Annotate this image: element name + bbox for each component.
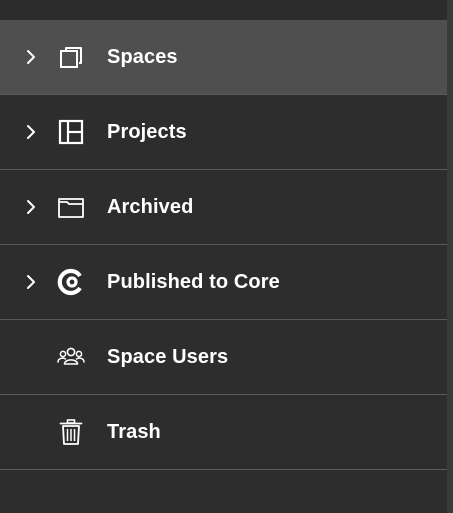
sidebar-panel: Spaces Projects Archived Published to Co… (0, 0, 453, 513)
sidebar-item-label: Published to Core (107, 270, 280, 293)
sidebar-item-label: Projects (107, 120, 187, 143)
sidebar-nav-list: Spaces Projects Archived Published to Co… (0, 20, 447, 470)
chevron-right-icon[interactable] (22, 48, 40, 66)
spaces-icon (55, 41, 87, 73)
chevron-right-icon[interactable] (22, 273, 40, 291)
chevron-right-icon[interactable] (22, 198, 40, 216)
sidebar-item-label: Spaces (107, 45, 178, 68)
sidebar-item-spaces[interactable]: Spaces (0, 20, 447, 95)
sidebar-item-archived[interactable]: Archived (0, 170, 447, 245)
top-strip (0, 0, 447, 20)
archive-box-icon (55, 191, 87, 223)
chevron-right-icon[interactable] (22, 123, 40, 141)
sidebar-item-published-to-core[interactable]: Published to Core (0, 245, 447, 320)
sidebar-scrollbar[interactable] (447, 0, 453, 513)
sidebar-item-trash[interactable]: Trash (0, 395, 447, 470)
sidebar-item-label: Space Users (107, 345, 229, 368)
sidebar-item-space-users[interactable]: Space Users (0, 320, 447, 395)
trash-icon (55, 416, 87, 448)
sidebar-item-label: Trash (107, 420, 161, 443)
sidebar-item-projects[interactable]: Projects (0, 95, 447, 170)
core-logo-icon (55, 266, 87, 298)
users-group-icon (55, 341, 87, 373)
projects-icon (55, 116, 87, 148)
sidebar-item-label: Archived (107, 195, 194, 218)
